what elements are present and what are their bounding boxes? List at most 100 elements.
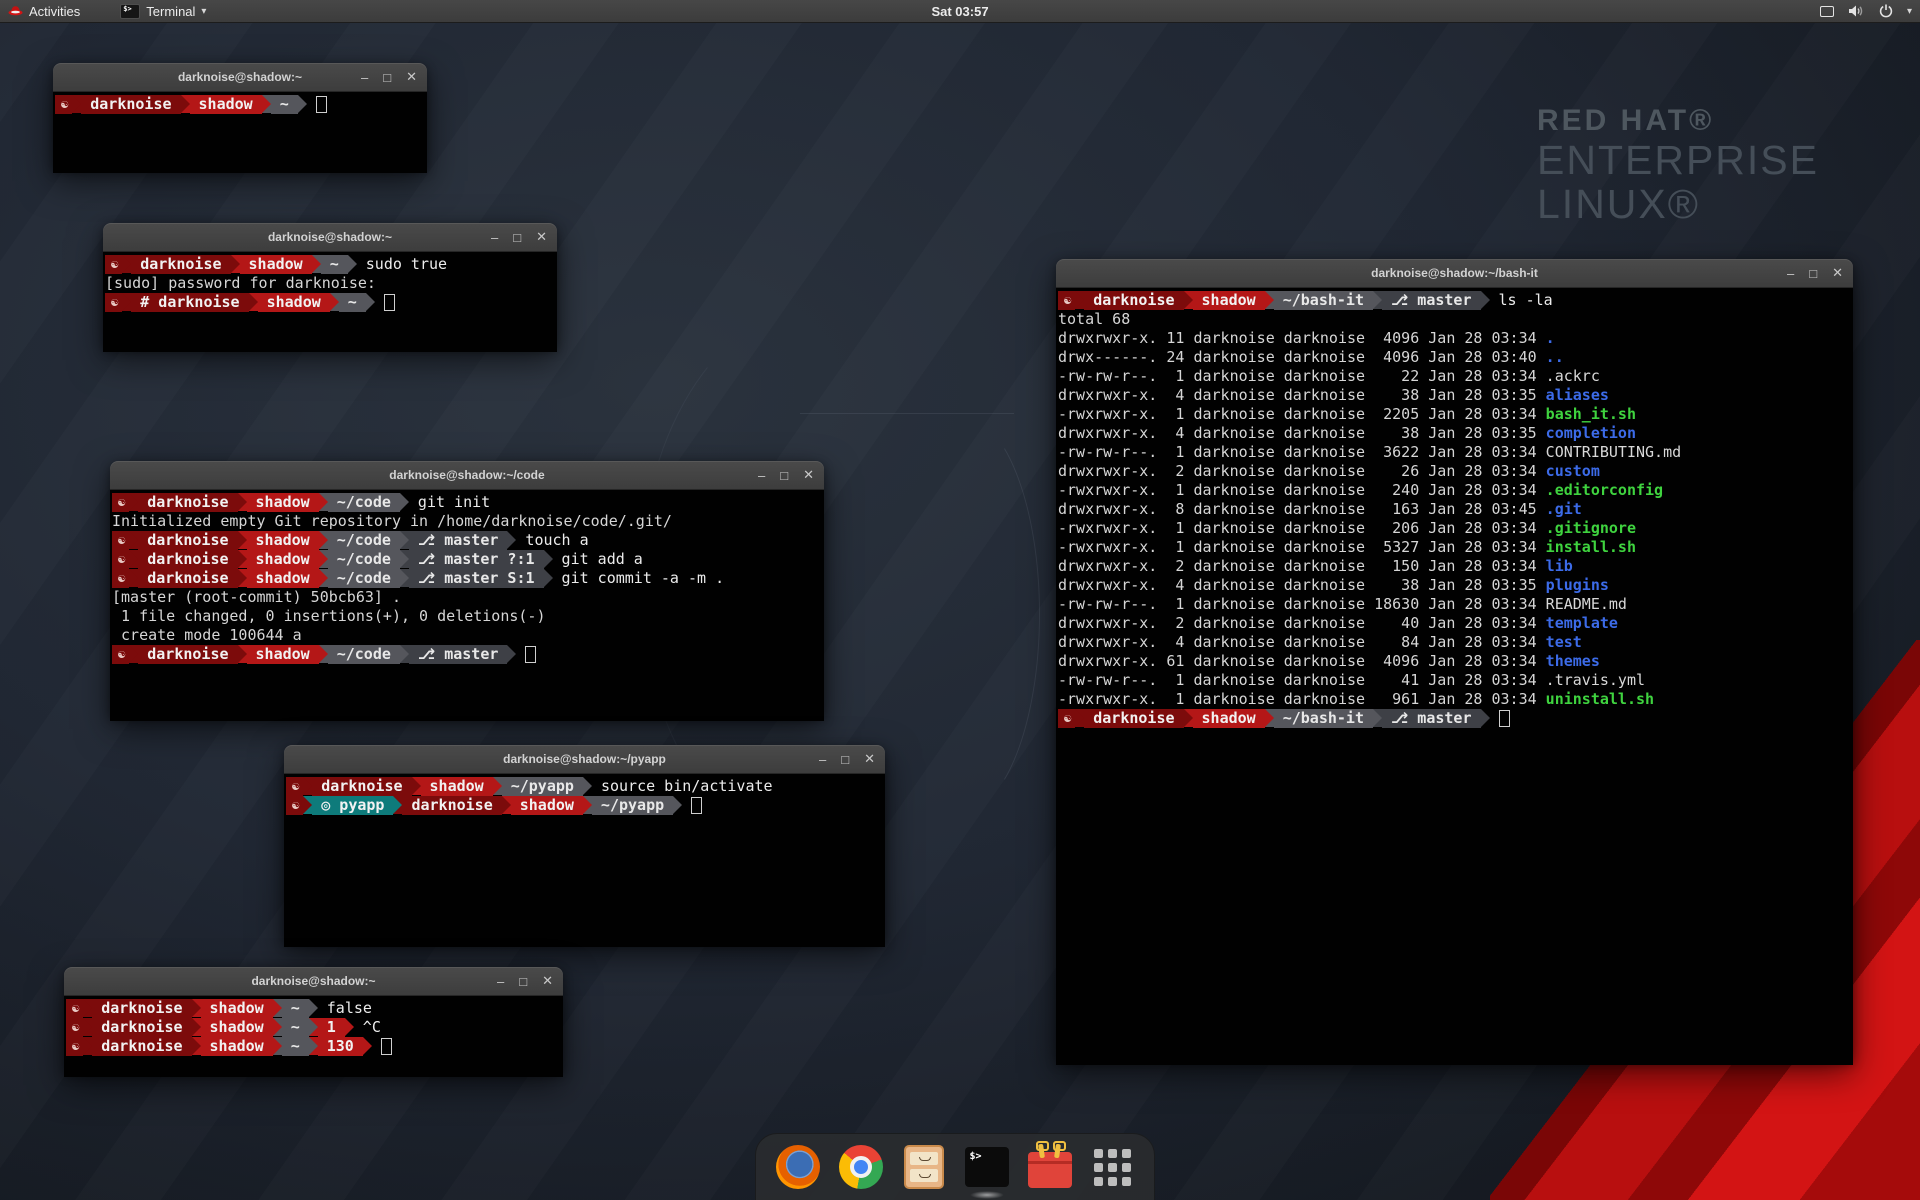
chevron-down-icon[interactable]: ▾: [1907, 6, 1912, 17]
terminal-line: -rwxrwxr-x. 1 darknoise darknoise 2205 J…: [1058, 405, 1853, 424]
terminal-window-sudo: darknoise@shadow:~ – □ ✕ ☯darknoiseshado…: [103, 223, 557, 348]
titlebar[interactable]: darknoise@shadow:~/code – □ ✕: [110, 461, 824, 490]
prompt-segment-u: darknoise: [1084, 291, 1183, 310]
maximize-button[interactable]: □: [841, 752, 849, 767]
powerline-arrow-icon: [366, 293, 375, 311]
toolbox-icon: [1028, 1152, 1072, 1188]
prompt-segment-h: shadow: [511, 796, 583, 815]
powerline-arrow-icon: [309, 1018, 318, 1036]
powerline-arrow-icon: [1481, 709, 1490, 727]
terminal-content[interactable]: ☯darknoiseshadow~: [53, 92, 427, 173]
dock-item-chrome[interactable]: [838, 1144, 884, 1190]
prompt-segment-gl: ☯: [66, 1037, 83, 1056]
close-button[interactable]: ✕: [406, 69, 417, 85]
terminal-line: -rwxrwxr-x. 1 darknoise darknoise 240 Ja…: [1058, 481, 1853, 500]
maximize-button[interactable]: □: [1809, 266, 1817, 281]
terminal-content[interactable]: ☯darknoiseshadow~ sudo true[sudo] passwo…: [103, 252, 557, 352]
powerline-arrow-icon: [400, 531, 409, 549]
terminal-text: git init: [409, 493, 490, 511]
powerline-arrow-icon: [583, 777, 592, 795]
powerline-arrow-icon: [544, 550, 553, 568]
maximize-button[interactable]: □: [780, 468, 788, 483]
prompt-segment-p: ~/code: [328, 569, 400, 588]
prompt-segment-u: darknoise: [138, 569, 237, 588]
minimize-button[interactable]: –: [497, 974, 504, 989]
terminal-text: drwx------. 24 darknoise darknoise 4096 …: [1058, 348, 1546, 366]
desktop: RED HAT® ENTERPRISE LINUX® Activities $>…: [0, 0, 1920, 1200]
window-indicator-icon[interactable]: [1820, 6, 1834, 17]
powerline-arrow-icon: [400, 493, 409, 511]
prompt-segment-gl: ☯: [55, 95, 72, 114]
titlebar[interactable]: darknoise@shadow:~ – □ ✕: [53, 63, 427, 92]
window-title: darknoise@shadow:~: [178, 70, 302, 84]
maximize-button[interactable]: □: [519, 974, 527, 989]
terminal-line: -rw-rw-r--. 1 darknoise darknoise 22 Jan…: [1058, 367, 1853, 386]
prompt-segment-p: ~/code: [328, 493, 400, 512]
prompt-segment-g: ⎇ master: [1382, 291, 1481, 310]
titlebar[interactable]: darknoise@shadow:~ – □ ✕: [103, 223, 557, 252]
prompt-segment-u: darknoise: [81, 95, 180, 114]
terminal-content[interactable]: ☯darknoiseshadow~/code git initInitializ…: [110, 490, 824, 721]
titlebar[interactable]: darknoise@shadow:~/pyapp – □ ✕: [284, 745, 885, 774]
maximize-button[interactable]: □: [513, 230, 521, 245]
activities-button[interactable]: Activities: [8, 4, 80, 19]
close-button[interactable]: ✕: [803, 467, 814, 483]
window-title: darknoise@shadow:~/bash-it: [1371, 266, 1538, 280]
powerline-arrow-icon: [319, 550, 328, 568]
dock-item-files[interactable]: [901, 1144, 947, 1190]
close-button[interactable]: ✕: [542, 973, 553, 989]
terminal-text: CONTRIBUTING.md: [1546, 443, 1681, 461]
clock[interactable]: Sat 03:57: [931, 4, 988, 19]
terminal-content[interactable]: ☯darknoiseshadow~ false ☯darknoiseshadow~…: [64, 996, 563, 1077]
dock-item-app-grid[interactable]: [1090, 1144, 1136, 1190]
powerline-arrow-icon: [262, 95, 271, 113]
terminal-line: drwx------. 24 darknoise darknoise 4096 …: [1058, 348, 1853, 367]
prompt-segment-h: shadow: [240, 255, 312, 274]
terminal-text: .git: [1546, 500, 1582, 518]
terminal-content[interactable]: ☯darknoiseshadow~/bash-it⎇ master ls -la…: [1056, 288, 1853, 1065]
minimize-button[interactable]: –: [819, 752, 826, 767]
app-menu-terminal[interactable]: $> Terminal ▾: [112, 0, 214, 22]
terminal-content[interactable]: ☯darknoiseshadow~/pyapp source bin/activ…: [284, 774, 885, 947]
powerline-arrow-icon: [400, 645, 409, 663]
maximize-button[interactable]: □: [383, 70, 391, 85]
terminal-line: ☯darknoiseshadow~130: [66, 1037, 563, 1056]
terminal-window-home-2: darknoise@shadow:~ – □ ✕ ☯darknoiseshado…: [64, 967, 563, 1073]
prompt-segment-u: darknoise: [138, 531, 237, 550]
terminal-line: -rwxrwxr-x. 1 darknoise darknoise 961 Ja…: [1058, 690, 1853, 709]
prompt-segment-x: 1: [318, 1018, 345, 1037]
prompt-segment-h: shadow: [247, 569, 319, 588]
prompt-segment-g: ⎇ master: [409, 645, 508, 664]
prompt-segment-h: shadow: [201, 1037, 273, 1056]
minimize-button[interactable]: –: [1787, 266, 1794, 281]
powerline-arrow-icon: [393, 796, 402, 814]
terminal-text: -rw-rw-r--. 1 darknoise darknoise 41 Jan…: [1058, 671, 1546, 689]
terminal-line: drwxrwxr-x. 11 darknoise darknoise 4096 …: [1058, 329, 1853, 348]
dock-item-firefox[interactable]: [775, 1144, 821, 1190]
minimize-button[interactable]: –: [758, 468, 765, 483]
volume-icon[interactable]: [1848, 4, 1865, 18]
terminal-line: drwxrwxr-x. 4 darknoise darknoise 38 Jan…: [1058, 386, 1853, 405]
prompt-segment-h: shadow: [421, 777, 493, 796]
terminal-text: ..: [1546, 348, 1564, 366]
files-icon: [904, 1145, 944, 1189]
terminal-text: test: [1546, 633, 1582, 651]
terminal-text: README.md: [1546, 595, 1627, 613]
dock-item-toolbox[interactable]: [1027, 1144, 1073, 1190]
close-button[interactable]: ✕: [536, 229, 547, 245]
dock-item-terminal[interactable]: $>: [964, 1144, 1010, 1190]
terminal-line: ☯darknoiseshadow~ false: [66, 999, 563, 1018]
minimize-button[interactable]: –: [361, 70, 368, 85]
terminal-text: bash_it.sh: [1546, 405, 1636, 423]
close-button[interactable]: ✕: [1832, 265, 1843, 281]
close-button[interactable]: ✕: [864, 751, 875, 767]
prompt-segment-gl: ☯: [66, 999, 83, 1018]
titlebar[interactable]: darknoise@shadow:~ – □ ✕: [64, 967, 563, 996]
power-icon[interactable]: [1879, 4, 1893, 18]
terminal-line: drwxrwxr-x. 61 darknoise darknoise 4096 …: [1058, 652, 1853, 671]
terminal-text: .ackrc: [1546, 367, 1600, 385]
titlebar[interactable]: darknoise@shadow:~/bash-it – □ ✕: [1056, 259, 1853, 288]
terminal-line: drwxrwxr-x. 4 darknoise darknoise 38 Jan…: [1058, 576, 1853, 595]
powerline-arrow-icon: [1265, 291, 1274, 309]
minimize-button[interactable]: –: [491, 230, 498, 245]
